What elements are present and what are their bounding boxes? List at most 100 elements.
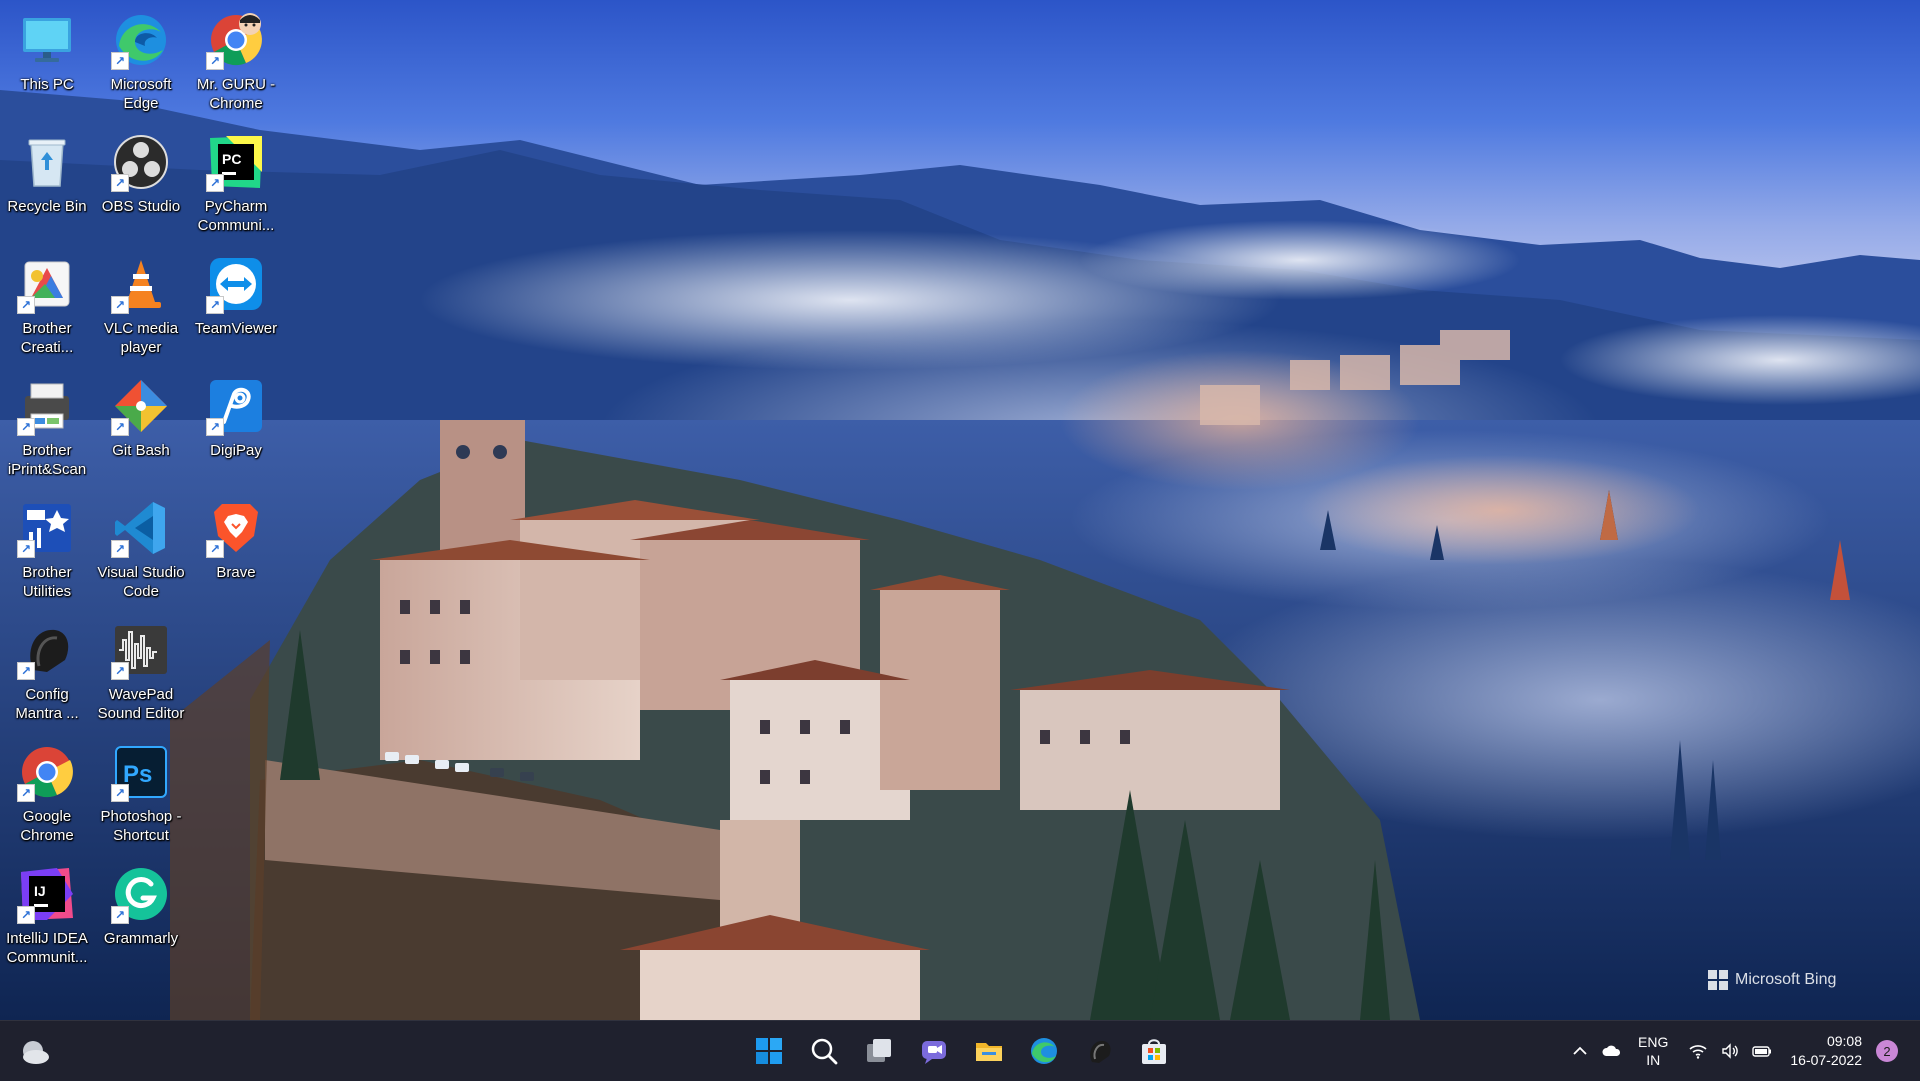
task-view-icon (867, 1039, 891, 1062)
task-view-button[interactable] (855, 1027, 903, 1075)
shortcut-arrow-icon: ↗ (17, 662, 35, 680)
svg-text:IJ: IJ (34, 883, 46, 899)
shortcut-arrow-icon: ↗ (17, 784, 35, 802)
taskbar-search-button[interactable] (800, 1027, 848, 1075)
brave-icon: ↗ (206, 498, 266, 558)
file-explorer-icon (976, 1043, 1002, 1061)
vscode-icon: ↗ (111, 498, 171, 558)
chrome-profile-icon: ↗ (206, 10, 266, 70)
brother-utilities-icon: ↗ (17, 498, 77, 558)
cloud-weather-icon (23, 1041, 49, 1064)
desktop-icon-google-chrome[interactable]: ↗ Google Chrome (1, 732, 93, 850)
taskbar-obs-button[interactable] (1075, 1027, 1123, 1075)
shortcut-arrow-icon: ↗ (206, 174, 224, 192)
config-mantra-icon: ↗ (17, 620, 77, 680)
shortcut-arrow-icon: ↗ (206, 296, 224, 314)
desktop-icon-grammarly[interactable]: ↗ Grammarly (95, 854, 187, 972)
weather-widget[interactable] (18, 1035, 52, 1069)
desktop-icon-wavepad[interactable]: ↗ WavePad Sound Editor (95, 610, 187, 728)
shortcut-arrow-icon: ↗ (17, 540, 35, 558)
desktop-icon-brother-utilities[interactable]: ↗ Brother Utilities (1, 488, 93, 606)
desktop-icon-config-mantra[interactable]: ↗ Config Mantra ... (1, 610, 93, 728)
language-region: IN (1646, 1052, 1661, 1068)
shortcut-arrow-icon: ↗ (111, 52, 129, 70)
wavepad-icon: ↗ (111, 620, 171, 680)
grammarly-icon: ↗ (111, 864, 171, 924)
shortcut-arrow-icon: ↗ (206, 52, 224, 70)
shortcut-arrow-icon: ↗ (111, 906, 129, 924)
desktop-icon-pycharm[interactable]: PC ↗ PyCharm Communi... (190, 122, 282, 240)
desktop-icon-teamviewer[interactable]: ↗ TeamViewer (190, 244, 282, 362)
chat-button[interactable] (910, 1027, 958, 1075)
vlc-icon: ↗ (111, 254, 171, 314)
shortcut-arrow-icon: ↗ (111, 296, 129, 314)
desktop-icon-vlc[interactable]: ↗ VLC media player (95, 244, 187, 362)
microsoft-store-button[interactable] (1130, 1027, 1178, 1075)
this-pc-icon (17, 10, 77, 70)
desktop-icon-grid: This PC Recycle Bin ↗ Brother Creati... … (0, 0, 300, 1020)
recycle-bin-icon (17, 132, 77, 192)
desktop-icon-chrome-profile[interactable]: ↗ Mr. GURU - Chrome (190, 0, 282, 118)
desktop-icon-brother-iprint[interactable]: ↗ Brother iPrint&Scan (1, 366, 93, 484)
bing-watermark-text: Microsoft Bing (1735, 971, 1837, 988)
notification-badge[interactable]: 2 (1876, 1040, 1898, 1062)
shortcut-arrow-icon: ↗ (111, 418, 129, 436)
shortcut-arrow-icon: ↗ (17, 906, 35, 924)
system-tray: ENG IN 09:08 16-07-2022 2 (1564, 1021, 1920, 1081)
start-button[interactable] (745, 1027, 793, 1075)
shortcut-arrow-icon: ↗ (17, 418, 35, 436)
pycharm-icon: PC ↗ (206, 132, 266, 192)
brother-iprint-icon: ↗ (17, 376, 77, 436)
edge-icon: ↗ (111, 10, 171, 70)
shortcut-arrow-icon: ↗ (206, 418, 224, 436)
onedrive-cloud-icon (1602, 1045, 1621, 1056)
clock-time: 09:08 (1826, 1033, 1862, 1049)
microsoft-logo-icon (1708, 970, 1728, 990)
onedrive-tray-button[interactable] (1598, 1037, 1626, 1065)
desktop-icon-git-bash[interactable]: ↗ Git Bash (95, 366, 187, 484)
edge-icon (1031, 1038, 1057, 1064)
taskbar-pinned-apps (745, 1021, 1178, 1081)
obs-icon: ↗ (111, 132, 171, 192)
shortcut-arrow-icon: ↗ (206, 540, 224, 558)
digipay-icon: ↗ (206, 376, 266, 436)
clock-date: 16-07-2022 (1790, 1052, 1862, 1068)
desktop-icon-photoshop[interactable]: Ps ↗ Photoshop - Shortcut (95, 732, 187, 850)
desktop-icon-digipay[interactable]: ↗ DigiPay (190, 366, 282, 484)
chat-icon (922, 1041, 946, 1064)
git-bash-icon: ↗ (111, 376, 171, 436)
desktop-icon-intellij[interactable]: IJ ↗ IntelliJ IDEA Communit... (1, 854, 93, 972)
desktop-icon-microsoft-edge[interactable]: ↗ Microsoft Edge (95, 0, 187, 118)
teamviewer-icon: ↗ (206, 254, 266, 314)
battery-tray-button[interactable] (1748, 1037, 1776, 1065)
desktop-icon-brave[interactable]: ↗ Brave (190, 488, 282, 606)
desktop-icon-vscode[interactable]: ↗ Visual Studio Code (95, 488, 187, 606)
input-language-indicator[interactable]: ENG IN (1638, 1033, 1668, 1069)
desktop-icon-brother-creative[interactable]: ↗ Brother Creati... (1, 244, 93, 362)
desktop-icon-recycle-bin[interactable]: Recycle Bin (1, 122, 93, 240)
brother-creative-icon: ↗ (17, 254, 77, 314)
obs-icon (1090, 1040, 1111, 1063)
svg-text:PC: PC (222, 151, 241, 167)
clock-button[interactable]: 09:08 16-07-2022 (1790, 1032, 1862, 1070)
show-hidden-icons-button[interactable] (1566, 1037, 1594, 1065)
desktop-icon-this-pc[interactable]: This PC (1, 0, 93, 118)
shortcut-arrow-icon: ↗ (17, 296, 35, 314)
speaker-icon (1722, 1043, 1739, 1059)
taskbar-edge-button[interactable] (1020, 1027, 1068, 1075)
language-code: ENG (1638, 1034, 1669, 1050)
store-icon (1142, 1039, 1166, 1064)
file-explorer-button[interactable] (965, 1027, 1013, 1075)
desktop-icon-obs-studio[interactable]: ↗ OBS Studio (95, 122, 187, 240)
photoshop-icon: Ps ↗ (111, 742, 171, 802)
network-tray-button[interactable] (1684, 1037, 1712, 1065)
notification-count: 2 (1883, 1043, 1891, 1059)
taskbar: ENG IN 09:08 16-07-2022 2 (0, 1020, 1920, 1081)
search-icon (811, 1038, 838, 1065)
battery-icon (1752, 1046, 1772, 1057)
shortcut-arrow-icon: ↗ (111, 662, 129, 680)
start-icon (756, 1038, 782, 1064)
shortcut-arrow-icon: ↗ (111, 174, 129, 192)
chevron-up-icon (1573, 1046, 1587, 1055)
volume-tray-button[interactable] (1716, 1037, 1744, 1065)
